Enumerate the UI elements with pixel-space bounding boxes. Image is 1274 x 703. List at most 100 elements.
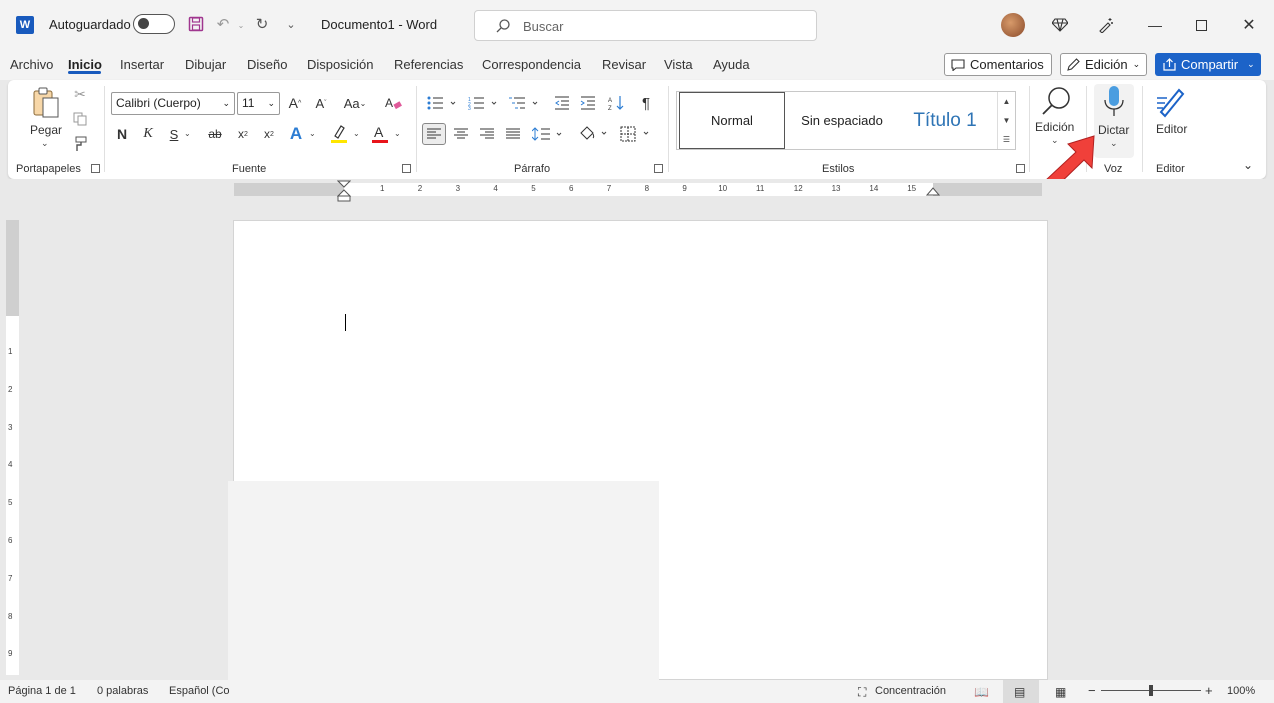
tab-correspondencia[interactable]: Correspondencia — [482, 57, 581, 72]
editing-mode-button[interactable]: Edición ⌄ — [1060, 53, 1147, 76]
highlight-dropdown-icon[interactable]: ⌄ — [353, 129, 360, 138]
format-painter-icon[interactable] — [72, 136, 88, 152]
bullets-icon[interactable] — [425, 94, 459, 112]
cut-icon[interactable]: ✂ — [72, 86, 88, 102]
align-center-icon[interactable] — [452, 125, 470, 143]
scroll-down-icon[interactable]: ▼ — [1003, 116, 1011, 125]
tab-revisar[interactable]: Revisar — [602, 57, 646, 72]
editor-pen-icon[interactable] — [1154, 85, 1188, 119]
customize-toolbar-icon[interactable]: ⌄ — [281, 14, 301, 34]
multilevel-list-icon[interactable] — [507, 94, 541, 112]
font-launcher-icon[interactable] — [402, 164, 411, 173]
grow-font-icon[interactable]: A ^ — [286, 94, 304, 112]
tab-archivo[interactable]: Archivo — [10, 57, 53, 72]
tab-diseno[interactable]: Diseño — [247, 57, 287, 72]
search-box[interactable]: Buscar — [474, 10, 817, 41]
font-color-dropdown-icon[interactable]: ⌄ — [394, 129, 401, 138]
font-name-combo[interactable]: Calibri (Cuerpo) ⌄ — [111, 92, 235, 115]
tab-disposicion[interactable]: Disposición — [307, 57, 373, 72]
line-spacing-icon[interactable] — [531, 125, 565, 143]
avatar[interactable] — [1001, 13, 1025, 37]
share-dropdown-icon[interactable]: ⌄ — [1247, 59, 1255, 70]
sort-icon[interactable]: AZ — [608, 94, 626, 112]
copy-icon[interactable] — [72, 111, 88, 127]
paste-label[interactable]: Pegar — [30, 123, 62, 137]
zoom-level[interactable]: 100% — [1227, 685, 1255, 697]
highlight-icon[interactable] — [330, 124, 348, 144]
indent-markers-icon[interactable] — [337, 180, 351, 202]
web-layout-icon[interactable]: ▦ — [1055, 685, 1066, 699]
zoom-slider-thumb[interactable] — [1149, 685, 1153, 696]
title-bar: W Autoguardado ↶ ⌄ ↻ ⌄ Documento1 - Word… — [0, 0, 1274, 50]
text-effects-dropdown-icon[interactable]: ⌄ — [309, 129, 316, 138]
style-normal[interactable]: Normal — [679, 92, 785, 149]
tab-ayuda[interactable]: Ayuda — [713, 57, 750, 72]
font-size-combo[interactable]: 11 ⌄ — [237, 92, 280, 115]
tab-vista[interactable]: Vista — [664, 57, 693, 72]
justify-icon[interactable] — [504, 125, 522, 143]
ruler-number: 15 — [907, 184, 917, 193]
editor-label[interactable]: Editor — [1156, 122, 1187, 136]
align-left-icon[interactable] — [422, 123, 446, 145]
superscript-icon[interactable]: x2 — [261, 125, 277, 143]
word-count[interactable]: 0 palabras — [97, 685, 148, 697]
bold-icon[interactable]: N — [114, 125, 130, 143]
comments-button[interactable]: Comentarios — [944, 53, 1052, 76]
redo-icon[interactable]: ↻ — [252, 14, 272, 34]
separator — [668, 86, 669, 172]
text-effects-icon[interactable]: A — [287, 124, 305, 144]
collapse-ribbon-icon[interactable]: ⌄ — [1243, 158, 1253, 172]
close-icon[interactable]: ✕ — [1234, 10, 1264, 40]
clear-formatting-icon[interactable]: A — [385, 94, 403, 112]
italic-icon[interactable]: K — [140, 125, 156, 143]
tab-inicio[interactable]: Inicio — [68, 57, 102, 72]
focus-icon: ⛶ — [858, 685, 867, 699]
numbering-icon[interactable]: 123 — [466, 94, 500, 112]
underline-icon[interactable]: S — [166, 125, 182, 143]
focus-mode[interactable]: Concentración — [875, 685, 946, 697]
share-button[interactable]: Compartir ⌄ — [1155, 53, 1261, 76]
dictate-dropdown-icon[interactable]: ⌄ — [1110, 138, 1118, 149]
page-count[interactable]: Página 1 de 1 — [8, 685, 76, 697]
paste-icon[interactable] — [30, 86, 62, 120]
paragraph-launcher-icon[interactable] — [654, 164, 663, 173]
zoom-in-icon[interactable]: + — [1205, 683, 1213, 698]
language-indicator[interactable]: Español (Co — [169, 685, 230, 697]
subscript-icon[interactable]: x2 — [235, 125, 251, 143]
change-case-icon[interactable]: Aa ⌄ — [340, 94, 370, 112]
clipboard-launcher-icon[interactable] — [91, 164, 100, 173]
tab-referencias[interactable]: Referencias — [394, 57, 463, 72]
paste-dropdown-icon[interactable]: ⌄ — [41, 138, 49, 149]
borders-icon[interactable] — [619, 124, 653, 144]
show-formatting-marks-icon[interactable]: ¶ — [637, 94, 655, 112]
diamond-icon[interactable] — [1045, 10, 1075, 40]
right-indent-icon[interactable] — [926, 186, 940, 196]
strikethrough-icon[interactable]: ab — [206, 125, 224, 143]
maximize-icon[interactable] — [1186, 10, 1216, 40]
find-icon[interactable] — [1038, 84, 1074, 118]
zoom-out-icon[interactable]: − — [1088, 683, 1096, 698]
scroll-up-icon[interactable]: ▲ — [1003, 97, 1011, 106]
tab-insertar[interactable]: Insertar — [120, 57, 164, 72]
magic-wand-icon[interactable] — [1091, 10, 1121, 40]
underline-dropdown-icon[interactable]: ⌄ — [184, 129, 191, 138]
decrease-indent-icon[interactable] — [553, 94, 571, 112]
save-icon[interactable] — [186, 14, 206, 34]
read-mode-icon[interactable]: 📖 — [974, 685, 989, 699]
font-color-icon[interactable]: A — [371, 124, 389, 144]
style-heading-1[interactable]: Título 1 — [899, 92, 991, 149]
styles-launcher-icon[interactable] — [1016, 164, 1025, 173]
autosave-toggle[interactable] — [133, 14, 175, 34]
increase-indent-icon[interactable] — [579, 94, 597, 112]
shading-icon[interactable] — [577, 124, 611, 144]
align-right-icon[interactable] — [478, 125, 496, 143]
tab-dibujar[interactable]: Dibujar — [185, 57, 226, 72]
undo-icon[interactable]: ↶ — [213, 14, 233, 34]
undo-dropdown-icon[interactable]: ⌄ — [231, 15, 251, 35]
more-styles-icon[interactable]: ☰ — [1003, 135, 1010, 144]
shrink-font-icon[interactable]: Aˇ — [312, 94, 330, 112]
vertical-ruler-number: 1 — [8, 347, 13, 356]
editing-label[interactable]: Edición — [1035, 120, 1074, 134]
style-no-spacing[interactable]: Sin espaciado — [787, 92, 897, 149]
minimize-icon[interactable]: — — [1140, 10, 1170, 40]
